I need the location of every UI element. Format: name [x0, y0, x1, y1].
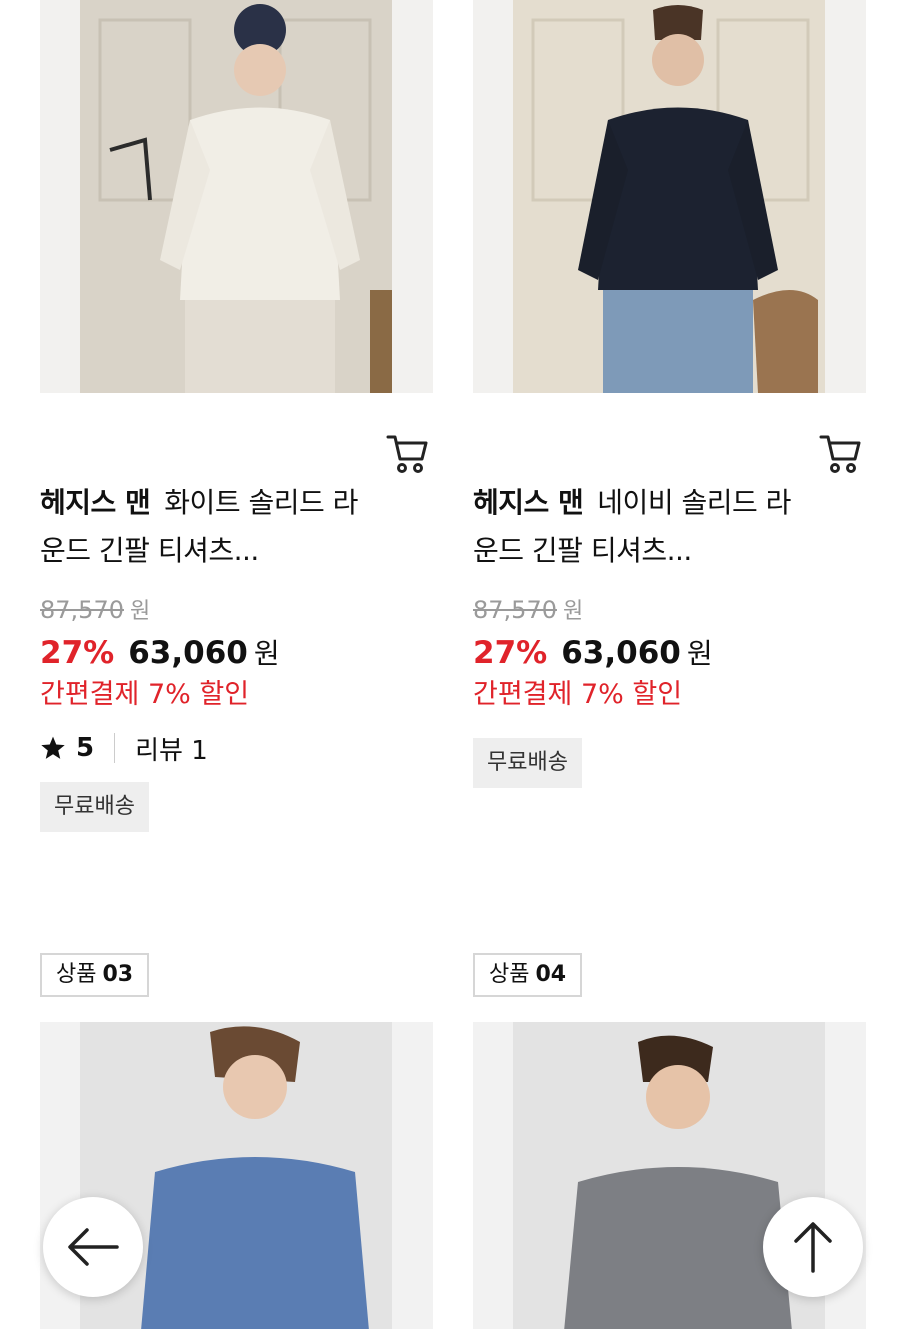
- product-name-line2: 운드 긴팔 티셔츠...: [473, 534, 692, 567]
- product-name-line1: 네이비 솔리드 라: [597, 486, 791, 519]
- sale-price: 63,060: [561, 635, 681, 671]
- free-shipping-badge: 무료배송: [473, 738, 582, 788]
- product-card-2[interactable]: 헤지스 맨 네이비 솔리드 라 운드 긴팔 티셔츠... 87,570 원 27% 6…: [473, 0, 866, 788]
- pay-discount: 간편결제 7% 할인: [40, 679, 250, 710]
- discount-rate: 27%: [40, 635, 115, 671]
- shirt: [598, 107, 758, 290]
- product-card-1[interactable]: 헤지스 맨 화이트 솔리드 라 운드 긴팔 티셔츠... 87,570 원 27% 6…: [40, 0, 433, 832]
- shirt: [141, 1157, 369, 1329]
- product-image[interactable]: [40, 0, 433, 393]
- product-title[interactable]: 헤지스 맨 네이비 솔리드 라 운드 긴팔 티셔츠...: [473, 479, 866, 575]
- shirt: [564, 1167, 792, 1329]
- product-image[interactable]: [473, 0, 866, 393]
- add-to-cart-button[interactable]: [818, 431, 862, 475]
- product-rank-label: 상품 04: [473, 953, 583, 997]
- scroll-to-top-button[interactable]: [763, 1197, 863, 1297]
- arrow-left-icon: [68, 1228, 119, 1266]
- brand-name: 헤지스 맨: [40, 486, 151, 519]
- original-price: 87,570 원: [473, 596, 584, 624]
- sale-price-row: 27% 63,060 원: [40, 635, 280, 671]
- sale-price-row: 27% 63,060 원: [473, 635, 713, 671]
- review-summary: 5 리뷰 1: [40, 728, 433, 768]
- original-price: 87,570 원: [40, 596, 151, 624]
- review-count[interactable]: 리뷰 1: [135, 730, 208, 767]
- product-rank-label: 상품 03: [40, 953, 150, 997]
- free-shipping-badge: 무료배송: [40, 782, 149, 832]
- shirt: [180, 107, 340, 300]
- rating-value: 5: [76, 733, 95, 763]
- add-to-cart-button[interactable]: [385, 431, 429, 475]
- model-photo: [473, 0, 866, 393]
- product-name-line1: 화이트 솔리드 라: [164, 486, 358, 519]
- star-icon: [41, 736, 65, 759]
- brand-name: 헤지스 맨: [473, 486, 584, 519]
- back-button[interactable]: [43, 1197, 143, 1297]
- cart-icon: [386, 435, 428, 473]
- discount-rate: 27%: [473, 635, 548, 671]
- product-grid-page: 헤지스 맨 화이트 솔리드 라 운드 긴팔 티셔츠... 87,570 원 27% 6…: [0, 0, 900, 1329]
- product-title[interactable]: 헤지스 맨 화이트 솔리드 라 운드 긴팔 티셔츠...: [40, 479, 433, 575]
- cart-icon: [819, 435, 861, 473]
- product-name-line2: 운드 긴팔 티셔츠...: [40, 534, 259, 567]
- model-photo: [40, 0, 433, 393]
- sale-price: 63,060: [128, 635, 248, 671]
- arrow-up-icon: [794, 1222, 832, 1273]
- divider: [114, 733, 116, 763]
- pay-discount: 간편결제 7% 할인: [473, 679, 683, 710]
